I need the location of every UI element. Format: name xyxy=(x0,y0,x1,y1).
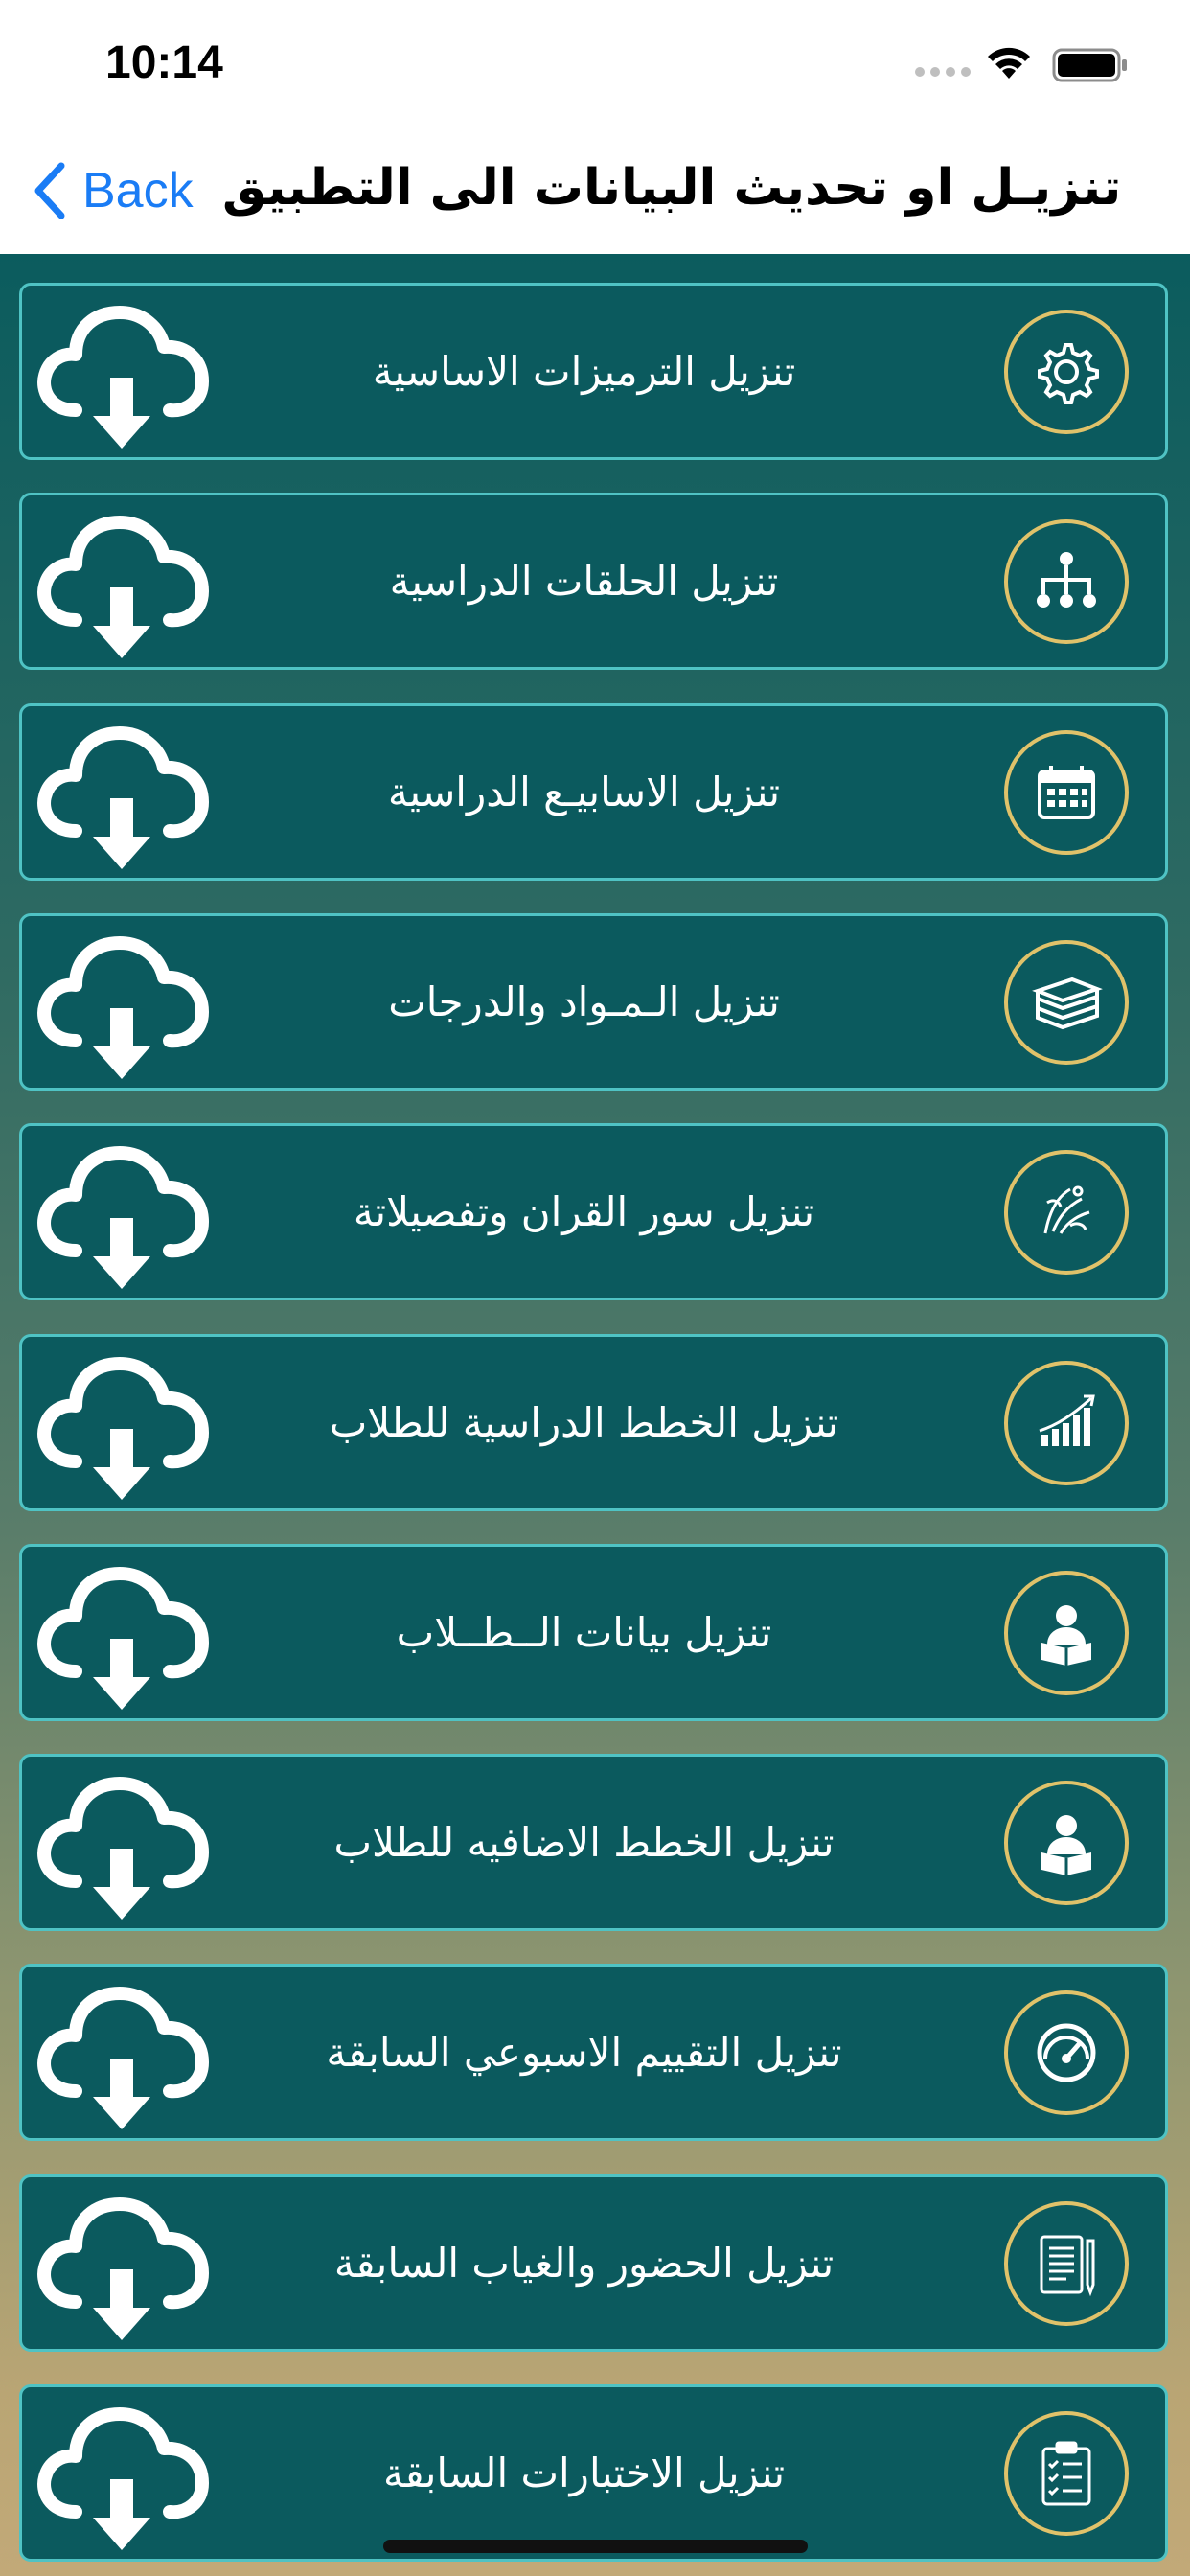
chevron-left-icon xyxy=(34,162,65,219)
status-bar: 10:14 xyxy=(0,0,1190,125)
home-indicator[interactable] xyxy=(383,2540,808,2553)
row-label: تنزيل سور القران وتفصيلاتة xyxy=(353,1188,815,1235)
report-pen-icon xyxy=(1004,2200,1129,2326)
cloud-download-icon[interactable] xyxy=(30,714,212,882)
books-icon xyxy=(1004,939,1129,1065)
row-label: تنزيل الاختبارات السابقة xyxy=(382,2450,786,2496)
download-row[interactable]: تنزيل الخطط الاضافيه للطلاب xyxy=(19,1754,1168,1931)
cloud-download-icon[interactable] xyxy=(30,1345,212,1512)
row-label: تنزيل الخطط الاضافيه للطلاب xyxy=(333,1819,835,1866)
quran-icon xyxy=(1004,1149,1129,1275)
gear-icon xyxy=(1004,309,1129,434)
cloud-download-icon[interactable] xyxy=(30,2185,212,2353)
download-row[interactable]: تنزيل الـمـواد والدرجات xyxy=(19,913,1168,1091)
cloud-download-icon[interactable] xyxy=(30,2395,212,2563)
navigation-bar: Back تنزيـل او تحديث البيانات الى التطبي… xyxy=(0,125,1190,254)
download-list: تنزيل الترميزات الاساسية تنزيل الحلقات ال… xyxy=(0,254,1190,2576)
row-label: تنزيل الحلقات الدراسية xyxy=(389,558,779,605)
row-label: تنزيل بيانات الــطــلاب xyxy=(396,1609,772,1656)
signal-icon xyxy=(915,67,971,77)
row-label: تنزيل التقييم الاسبوعي السابقة xyxy=(326,2029,842,2076)
download-row[interactable]: تنزيل الحضور والغياب السابقة xyxy=(19,2174,1168,2352)
cloud-download-icon[interactable] xyxy=(30,924,212,1092)
download-row[interactable]: تنزيل سور القران وتفصيلاتة xyxy=(19,1123,1168,1300)
calendar-icon xyxy=(1004,729,1129,855)
status-time: 10:14 xyxy=(105,37,223,88)
cloud-download-icon[interactable] xyxy=(30,1554,212,1722)
row-label: تنزيل الـمـواد والدرجات xyxy=(388,978,780,1025)
cloud-download-icon[interactable] xyxy=(30,503,212,671)
row-label: تنزيل الحضور والغياب السابقة xyxy=(333,2240,835,2287)
download-row[interactable]: تنزيل الحلقات الدراسية xyxy=(19,493,1168,670)
cloud-download-icon[interactable] xyxy=(30,1764,212,1932)
wifi-icon xyxy=(988,47,1030,79)
row-label: تنزيل الخطط الدراسية للطلاب xyxy=(329,1399,839,1446)
hierarchy-icon xyxy=(1004,518,1129,644)
cloud-download-icon[interactable] xyxy=(30,293,212,461)
download-row[interactable]: تنزيل التقييم الاسبوعي السابقة xyxy=(19,1964,1168,2141)
row-label: تنزيل الترميزات الاساسية xyxy=(372,348,796,395)
back-label: Back xyxy=(82,163,194,218)
cloud-download-icon[interactable] xyxy=(30,1974,212,2142)
page-title: تنزيـل او تحديث البيانات الى التطبيق xyxy=(222,159,1122,217)
download-row[interactable]: تنزيل الاختبارات السابقة xyxy=(19,2384,1168,2562)
cloud-download-icon[interactable] xyxy=(30,1134,212,1301)
growth-chart-icon xyxy=(1004,1360,1129,1485)
download-row[interactable]: تنزيل الترميزات الاساسية xyxy=(19,283,1168,460)
download-row[interactable]: تنزيل الخطط الدراسية للطلاب xyxy=(19,1334,1168,1511)
back-button[interactable]: Back xyxy=(33,157,194,224)
student-reading-icon xyxy=(1004,1570,1129,1695)
row-label: تنزيل الاسابيـع الدراسية xyxy=(387,769,781,816)
student-reading-icon xyxy=(1004,1780,1129,1905)
gauge-icon xyxy=(1004,1990,1129,2115)
battery-icon xyxy=(1052,48,1127,82)
checklist-icon xyxy=(1004,2410,1129,2536)
download-row[interactable]: تنزيل بيانات الــطــلاب xyxy=(19,1544,1168,1721)
download-row[interactable]: تنزيل الاسابيـع الدراسية xyxy=(19,703,1168,881)
